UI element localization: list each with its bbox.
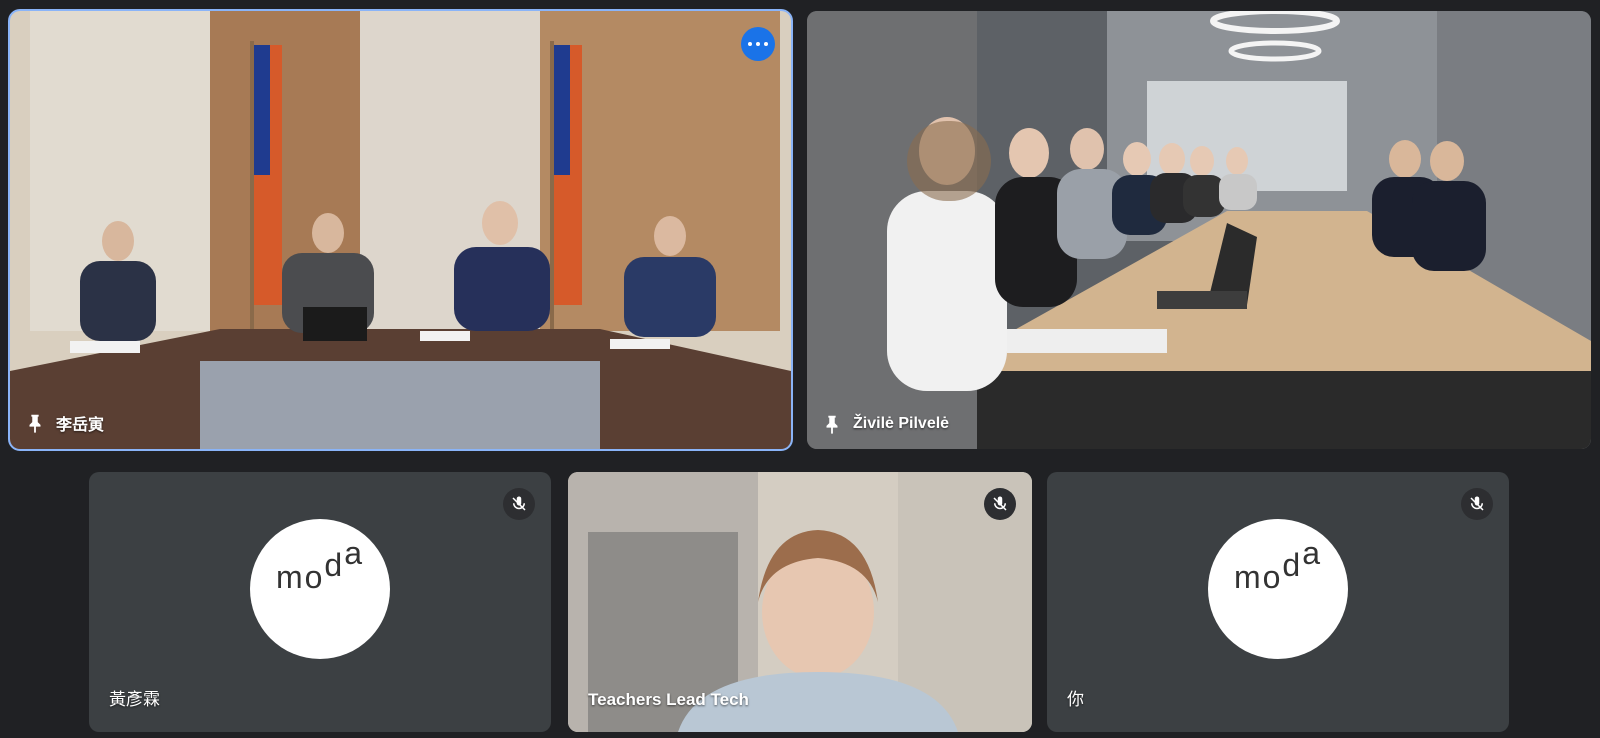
mic-off-icon: [993, 496, 1007, 511]
participant-name: 黃彥霖: [109, 690, 160, 709]
participant-name-bar: 李岳寅: [24, 411, 104, 435]
participant-name: Živilė Pilvelė: [853, 415, 950, 432]
avatar-logo: moda: [1233, 535, 1323, 595]
mic-off-icon: [512, 496, 526, 511]
avatar: moda: [1208, 519, 1348, 659]
meeting-grid: 李岳寅 Živilė Pilvelė moda 黃彥霖 Teachers Lea…: [0, 0, 1600, 738]
mute-indicator: [503, 488, 535, 520]
participant-name-bar: Živilė Pilvelė: [821, 413, 949, 435]
participant-tile[interactable]: Teachers Lead Tech: [568, 472, 1032, 732]
pin-icon[interactable]: [24, 412, 46, 434]
avatar: moda: [250, 519, 390, 659]
mic-off-icon: [1470, 496, 1484, 511]
pin-icon[interactable]: [821, 413, 843, 435]
participant-tile[interactable]: moda 你: [1047, 472, 1509, 732]
participant-tile[interactable]: 李岳寅: [8, 9, 793, 451]
participant-tile[interactable]: Živilė Pilvelė: [807, 11, 1591, 449]
more-options-icon: [748, 42, 752, 46]
mute-indicator: [984, 488, 1016, 520]
participant-video: [10, 11, 791, 449]
participant-name: 李岳寅: [56, 417, 105, 434]
participant-name: Teachers Lead Tech: [588, 690, 749, 709]
more-options-button[interactable]: [741, 27, 775, 61]
avatar-logo: moda: [275, 535, 365, 595]
participant-name: 你: [1067, 690, 1084, 709]
participant-video: [807, 11, 1591, 449]
mute-indicator: [1461, 488, 1493, 520]
participant-tile[interactable]: moda 黃彥霖: [89, 472, 551, 732]
